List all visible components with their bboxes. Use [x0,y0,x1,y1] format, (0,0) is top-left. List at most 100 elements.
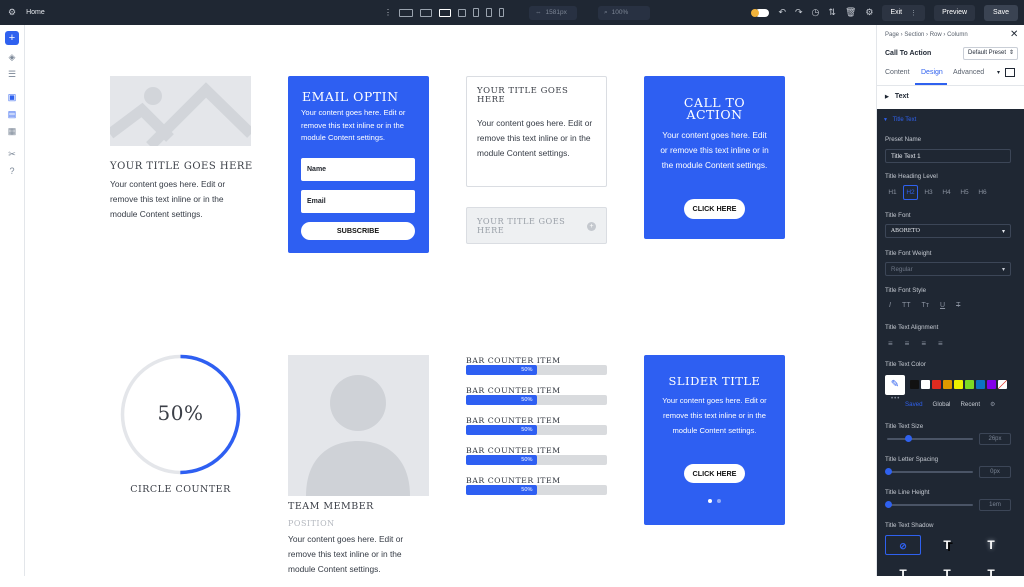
zoom-field[interactable]: ⌕ 100% [598,5,650,20]
tools-icon[interactable]: ✂ [8,150,16,159]
light-dark-toggle[interactable] [751,8,770,17]
eyedropper-icon[interactable]: ✎ [885,375,905,395]
heading-h2-option[interactable]: H2 [903,185,918,200]
line-height-input[interactable]: 1em [979,499,1011,511]
add-module-button[interactable]: + [5,31,19,45]
history-icon[interactable]: ◷ [812,8,820,17]
strikethrough-icon[interactable]: T [956,302,960,309]
cta-module[interactable]: CALL TO ACTION Your content goes here. E… [644,76,785,239]
settings-sliders-icon[interactable]: ☰ [8,70,16,79]
email-optin-module[interactable]: EMAIL OPTIN Your content goes here. Edit… [288,76,429,253]
shadow-preset-2[interactable]: T [973,535,1009,555]
recent-colors-tab[interactable]: Recent [960,401,980,408]
heading-h4-option[interactable]: H4 [939,185,954,200]
portability-icon[interactable]: ⇅ [828,8,836,17]
slider-dot[interactable] [717,499,721,503]
email-field[interactable]: Email [301,190,415,213]
laptop-view-icon[interactable] [439,8,451,17]
align-center-icon[interactable]: ≡ [905,339,910,348]
text-box-module[interactable]: YOUR TITLE GOES HERE Your content goes h… [466,76,607,187]
slider-module[interactable]: SLIDER TITLE Your content goes here. Edi… [644,355,785,525]
layers-icon[interactable]: ◈ [9,53,16,62]
line-height-slider-track[interactable] [887,504,973,506]
global-colors-tab[interactable]: Global [933,401,951,408]
undo-icon[interactable]: ↶ [778,8,786,17]
heading-h6-option[interactable]: H6 [975,185,990,200]
exit-button[interactable]: Exit ⋮ [882,4,926,21]
phone-view-icon[interactable] [499,8,504,17]
text-size-slider-track[interactable] [887,438,973,440]
color-swatch[interactable] [976,380,985,389]
team-member-photo-placeholder[interactable] [288,355,429,496]
shadow-preset-1[interactable]: T [929,535,965,555]
tablet-view-icon[interactable] [473,8,479,17]
tab-design[interactable]: Design [921,69,943,76]
breadcrumb-column[interactable]: Column [947,32,968,38]
preset-select[interactable]: Default Preset ⇕ [963,47,1018,60]
tab-advanced[interactable]: Advanced [953,69,984,76]
breadcrumb-row[interactable]: Row [930,32,942,38]
saved-colors-tab[interactable]: Saved [905,401,923,408]
trash-icon[interactable]: 🗑 [845,8,856,17]
desktop-view-icon[interactable] [420,8,432,17]
color-swatch[interactable] [954,380,963,389]
underline-icon[interactable]: U [940,302,945,309]
line-height-slider-knob[interactable] [885,501,892,508]
image-placeholder[interactable] [110,76,251,146]
help-icon[interactable]: ? [9,167,14,176]
text-group-toggle[interactable]: ▶ Text [885,93,909,100]
more-options-icon[interactable]: ⋮ [384,8,392,17]
breadcrumb-home[interactable]: Home [26,9,45,16]
no-shadow-icon[interactable]: ⊘ [885,535,921,555]
view-mode-icon[interactable] [1005,68,1015,77]
letter-spacing-input[interactable]: 0px [979,466,1011,478]
color-swatch[interactable] [987,380,996,389]
capitalize-icon[interactable]: Tт [922,302,929,309]
heading-h1-option[interactable]: H1 [885,185,900,200]
bar-counters-module[interactable]: BAR COUNTER ITEM 50% BAR COUNTER ITEM 50… [466,356,607,506]
preset-name-input[interactable]: Title Text 1 [885,149,1011,163]
clear-color-swatch[interactable] [998,380,1007,389]
redo-icon[interactable]: ↷ [795,8,803,17]
theme-builder-icon[interactable]: ▤ [8,110,17,119]
tab-content[interactable]: Content [885,69,910,76]
page-settings-icon[interactable]: ⚙ [865,8,873,17]
title-text-group-toggle[interactable]: ▼ Title Text [883,117,916,123]
align-justify-icon[interactable]: ≡ [938,339,943,348]
font-weight-select[interactable]: Regular ▾ [885,262,1011,276]
save-button[interactable]: Save [984,4,1018,21]
library-icon[interactable]: ▦ [8,127,17,136]
title-font-select[interactable]: ABORETO ▾ [885,224,1011,238]
text-size-input[interactable]: 26px [979,433,1011,445]
pages-icon[interactable]: ▣ [8,93,17,102]
align-left-icon[interactable]: ≡ [888,339,893,348]
color-settings-icon[interactable]: ⚙ [990,401,996,408]
breadcrumb-page[interactable]: Page [885,32,899,38]
name-field[interactable]: Name [301,158,415,181]
heading-h3-option[interactable]: H3 [921,185,936,200]
close-panel-icon[interactable]: ✕ [1010,29,1018,40]
slider-dot-active[interactable] [708,499,712,503]
letter-spacing-slider-track[interactable] [887,471,973,473]
color-swatch[interactable] [921,380,930,389]
align-right-icon[interactable]: ≡ [921,339,926,348]
color-swatch[interactable] [965,380,974,389]
color-swatch[interactable] [943,380,952,389]
uppercase-icon[interactable]: TT [902,302,911,309]
view-mode-chevron-icon[interactable]: ▾ [997,69,1000,76]
tablet-landscape-view-icon[interactable] [458,8,466,17]
canvas-width-field[interactable]: ⇔ 1581px [529,5,577,20]
letter-spacing-slider-knob[interactable] [885,468,892,475]
subscribe-button[interactable]: SUBSCRIBE [301,222,415,240]
shadow-preset-3[interactable]: T [885,561,921,581]
preview-button[interactable]: Preview [934,4,976,21]
color-swatch[interactable] [932,380,941,389]
shadow-preset-4[interactable]: T [929,561,965,581]
cta-click-here-button[interactable]: CLICK HERE [684,199,745,219]
text-size-slider-knob[interactable] [905,435,912,442]
toggle-open-icon[interactable]: + [587,222,596,231]
settings-gear-icon[interactable]: ⚙ [8,8,16,17]
widescreen-view-icon[interactable] [399,8,413,17]
slider-click-here-button[interactable]: CLICK HERE [684,464,745,483]
toggle-module[interactable]: YOUR TITLE GOES HERE + [466,207,607,244]
